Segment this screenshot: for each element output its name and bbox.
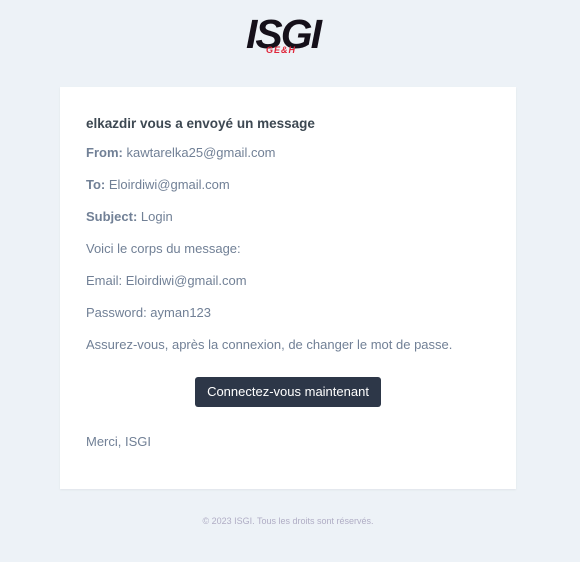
login-now-button[interactable]: Connectez-vous maintenant (195, 377, 381, 407)
subject-label: Subject: (86, 209, 138, 224)
isgi-logo[interactable]: ISGI GE&H (246, 10, 336, 60)
email-header: ISGI GE&H (0, 0, 580, 87)
signoff-text: Merci, ISGI (86, 434, 152, 449)
advice-text: Assurez-vous, après la connexion, de cha… (86, 337, 453, 352)
to-line: To: Eloirdiwi@gmail.com (86, 177, 230, 192)
to-label: To: (86, 177, 106, 192)
message-heading: elkazdir vous a envoyé un message (86, 116, 315, 131)
from-label: From: (86, 145, 123, 160)
message-card: elkazdir vous a envoyé un message From: … (60, 87, 516, 489)
email-credential-line: Email: Eloirdiwi@gmail.com (86, 273, 247, 288)
from-value: kawtarelka25@gmail.com (126, 145, 276, 160)
body-intro: Voici le corps du message: (86, 241, 241, 256)
subject-value: Login (140, 209, 173, 224)
password-credential-line: Password: ayman123 (86, 305, 212, 320)
to-value: Eloirdiwi@gmail.com (108, 177, 230, 192)
from-line: From: kawtarelka25@gmail.com (86, 145, 276, 160)
subject-line: Subject: Login (86, 209, 173, 224)
footer-copyright: © 2023 ISGI. Tous les droits sont réserv… (202, 516, 374, 526)
logo-subtext: GE&H (266, 45, 297, 55)
